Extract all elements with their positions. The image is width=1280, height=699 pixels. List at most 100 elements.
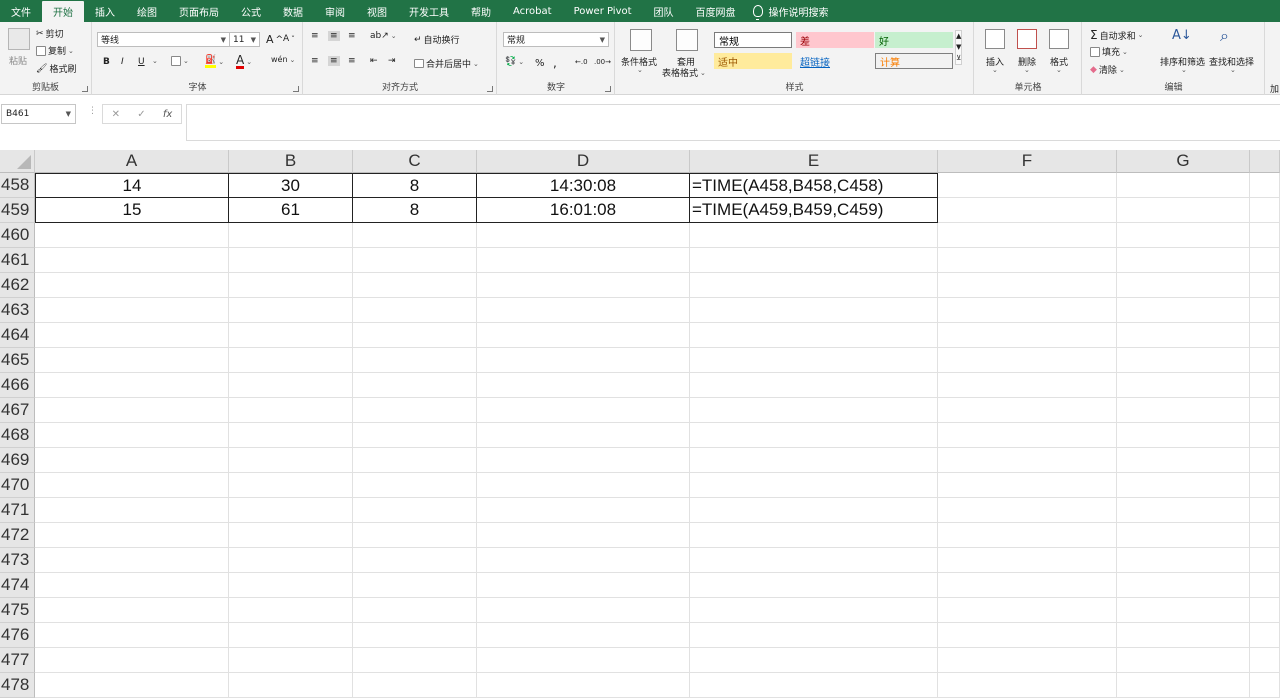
cell-A[interactable]: [35, 498, 229, 523]
find-select-dropdown[interactable]: ⌄: [1230, 66, 1236, 74]
cell-partial[interactable]: [1250, 448, 1280, 473]
column-header-A[interactable]: A: [35, 150, 229, 173]
comma-button[interactable]: ,: [553, 56, 557, 70]
cell-partial[interactable]: [1250, 323, 1280, 348]
cell-partial[interactable]: [1250, 548, 1280, 573]
cell-E[interactable]: [690, 423, 938, 448]
align-bottom-button[interactable]: ≡: [348, 31, 356, 41]
cell-C[interactable]: [353, 223, 477, 248]
style-hyperlink[interactable]: 超链接: [796, 53, 874, 69]
cell-D[interactable]: [477, 323, 690, 348]
cell-D[interactable]: 16:01:08: [477, 198, 690, 223]
row-header[interactable]: 459: [0, 198, 35, 223]
format-as-table-button[interactable]: 表格格式 ⌄: [662, 66, 706, 80]
tab-2[interactable]: 插入: [84, 0, 126, 22]
cell-G[interactable]: [1117, 173, 1250, 198]
cell-F[interactable]: [938, 223, 1117, 248]
cell-A[interactable]: [35, 623, 229, 648]
cell-B[interactable]: [229, 248, 353, 273]
cell-G[interactable]: [1117, 448, 1250, 473]
font-size-select[interactable]: 11 ▼: [229, 32, 260, 47]
italic-button[interactable]: I: [121, 57, 124, 67]
style-calculation[interactable]: 计算: [875, 53, 953, 69]
cell-D[interactable]: [477, 423, 690, 448]
cell-B[interactable]: [229, 498, 353, 523]
cell-E[interactable]: [690, 548, 938, 573]
cell-A[interactable]: [35, 673, 229, 698]
cell-C[interactable]: [353, 398, 477, 423]
cell-E[interactable]: [690, 223, 938, 248]
cell-D[interactable]: [477, 348, 690, 373]
row-header[interactable]: 470: [0, 473, 35, 498]
row-header[interactable]: 465: [0, 348, 35, 373]
tab-10[interactable]: 帮助: [460, 0, 502, 22]
sort-filter-icon[interactable]: A↓: [1172, 28, 1192, 43]
row-header[interactable]: 464: [0, 323, 35, 348]
insert-cells-icon[interactable]: [985, 29, 1005, 49]
cell-B[interactable]: [229, 273, 353, 298]
cell-A[interactable]: [35, 598, 229, 623]
cell-A[interactable]: [35, 273, 229, 298]
row-header[interactable]: 463: [0, 298, 35, 323]
insert-dropdown[interactable]: ⌄: [992, 66, 998, 74]
insert-function-button[interactable]: fx: [163, 109, 172, 120]
cell-C[interactable]: 8: [353, 198, 477, 223]
cell-A[interactable]: 14: [35, 173, 229, 198]
cell-partial[interactable]: [1250, 498, 1280, 523]
cut-button[interactable]: ✂ 剪切: [36, 27, 64, 41]
cell-F[interactable]: [938, 448, 1117, 473]
cell-F[interactable]: [938, 173, 1117, 198]
row-header[interactable]: 466: [0, 373, 35, 398]
cell-F[interactable]: [938, 473, 1117, 498]
cell-G[interactable]: [1117, 398, 1250, 423]
cell-B[interactable]: [229, 573, 353, 598]
cell-B[interactable]: [229, 548, 353, 573]
cell-C[interactable]: [353, 373, 477, 398]
row-header[interactable]: 476: [0, 623, 35, 648]
column-header-B[interactable]: B: [229, 150, 353, 173]
tab-11[interactable]: Acrobat: [502, 0, 563, 22]
cell-D[interactable]: [477, 548, 690, 573]
cell-C[interactable]: [353, 473, 477, 498]
cell-G[interactable]: [1117, 473, 1250, 498]
tab-6[interactable]: 数据: [272, 0, 314, 22]
align-center-button[interactable]: ≡: [328, 56, 340, 66]
cell-F[interactable]: [938, 673, 1117, 698]
cell-F[interactable]: [938, 548, 1117, 573]
cell-E[interactable]: [690, 448, 938, 473]
cell-A[interactable]: [35, 223, 229, 248]
clear-button[interactable]: ◆ 清除 ⌄: [1090, 63, 1125, 77]
align-middle-button[interactable]: ≡: [328, 31, 340, 41]
cell-B[interactable]: 61: [229, 198, 353, 223]
tell-me-search[interactable]: 操作说明搜索: [752, 0, 829, 22]
cell-A[interactable]: [35, 423, 229, 448]
cell-B[interactable]: [229, 598, 353, 623]
cell-A[interactable]: [35, 398, 229, 423]
cell-C[interactable]: [353, 673, 477, 698]
cell-A[interactable]: [35, 248, 229, 273]
delete-cells-icon[interactable]: [1017, 29, 1037, 49]
cell-F[interactable]: [938, 198, 1117, 223]
wrap-text-button[interactable]: ↵ 自动换行: [414, 33, 460, 47]
fill-color-button[interactable]: ⛽ ⌄: [205, 55, 224, 68]
cell-D[interactable]: [477, 473, 690, 498]
cell-B[interactable]: [229, 323, 353, 348]
cell-E[interactable]: [690, 273, 938, 298]
cell-B[interactable]: [229, 448, 353, 473]
cell-C[interactable]: [353, 348, 477, 373]
row-header[interactable]: 474: [0, 573, 35, 598]
copy-button[interactable]: 复制 ⌄: [36, 44, 74, 57]
format-painter-button[interactable]: 🖌 格式刷: [36, 62, 76, 76]
sort-filter-dropdown[interactable]: ⌄: [1181, 66, 1187, 74]
tab-0[interactable]: 文件: [0, 0, 42, 22]
cell-D[interactable]: [477, 498, 690, 523]
decrease-indent-button[interactable]: ⇤: [370, 56, 378, 66]
cell-C[interactable]: [353, 573, 477, 598]
conditional-formatting-icon[interactable]: [630, 29, 652, 51]
cell-partial[interactable]: [1250, 248, 1280, 273]
cell-F[interactable]: [938, 623, 1117, 648]
cell-A[interactable]: [35, 448, 229, 473]
cell-D[interactable]: [477, 598, 690, 623]
grow-font-button[interactable]: A ^: [266, 33, 283, 46]
tab-14[interactable]: 百度网盘: [685, 0, 747, 22]
